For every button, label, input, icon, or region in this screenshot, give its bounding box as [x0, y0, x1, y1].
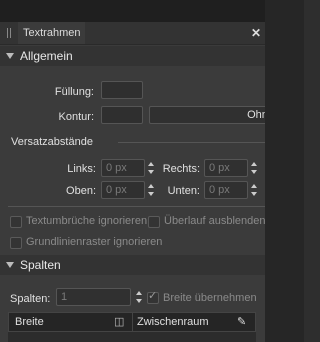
insets-divider: [118, 142, 265, 143]
left-inset-input[interactable]: 0 px: [101, 159, 145, 177]
section-title: Allgemein: [20, 49, 73, 63]
insets-heading: Versatzabstände: [11, 136, 93, 148]
close-icon[interactable]: ✕: [250, 25, 262, 41]
options-divider: [8, 206, 265, 207]
right-inset-label: Rechts:: [162, 163, 200, 175]
left-inset-spinner[interactable]: [146, 159, 156, 177]
workspace-top-gap: [0, 0, 265, 22]
width-lock-icon[interactable]: ◫: [114, 313, 124, 331]
edit-icon[interactable]: ✎: [237, 313, 246, 331]
column-header-gutter: Zwischenraum: [137, 316, 209, 328]
top-inset-spinner[interactable]: [146, 181, 156, 199]
right-inset-spinner[interactable]: [249, 159, 259, 177]
hide-overflow-label: Überlauf ausblenden: [164, 215, 265, 227]
section-spalten[interactable]: Spalten: [0, 255, 265, 275]
collapse-triangle-icon[interactable]: [6, 53, 14, 59]
text-frame-panel: Textrahmen ✕ Allgemein Füllung: Kontur: …: [0, 22, 265, 342]
right-inset-input[interactable]: 0 px: [204, 159, 248, 177]
inherit-width-label: Breite übernehmen: [163, 292, 257, 304]
section-allgemein[interactable]: Allgemein: [0, 46, 265, 66]
bottom-inset-spinner[interactable]: [249, 181, 259, 199]
hide-overflow-checkbox[interactable]: [148, 216, 160, 228]
checkmark-icon: ✓: [148, 290, 158, 302]
ignore-baseline-checkbox[interactable]: [10, 237, 22, 249]
drag-grip-icon[interactable]: [7, 28, 11, 38]
column-count-input[interactable]: 1: [56, 288, 131, 306]
ignore-wrap-checkbox[interactable]: [10, 216, 22, 228]
columns-table-body: [8, 332, 256, 342]
column-header-width: Breite: [15, 316, 44, 328]
collapse-triangle-icon[interactable]: [6, 262, 14, 268]
fill-swatch[interactable]: [101, 81, 143, 99]
column-count-spinner[interactable]: [134, 288, 144, 306]
stroke-swatch[interactable]: [101, 106, 143, 124]
top-inset-label: Oben:: [66, 185, 96, 197]
panel-tab-bar: Textrahmen ✕: [0, 22, 265, 45]
column-count-label: Spalten:: [10, 293, 51, 305]
ignore-wrap-label: Textumbrüche ignorieren: [26, 215, 148, 227]
top-inset-input[interactable]: 0 px: [101, 181, 145, 199]
fill-label: Füllung:: [54, 86, 94, 98]
stroke-label: Kontur:: [58, 111, 94, 123]
tab-textrahmen[interactable]: Textrahmen: [18, 22, 85, 44]
section-title: Spalten: [20, 258, 61, 272]
bottom-inset-label: Unten:: [167, 185, 200, 197]
left-inset-label: Links:: [67, 163, 96, 175]
ignore-baseline-label: Grundlinienraster ignorieren: [26, 236, 163, 248]
header-divider: [132, 313, 133, 331]
bottom-inset-input[interactable]: 0 px: [204, 181, 248, 199]
stroke-style-dropdown[interactable]: Ohne: [149, 106, 265, 124]
workspace-right-strip: [265, 0, 304, 342]
columns-table-header: Breite ◫ Zwischenraum ✎: [8, 312, 256, 332]
